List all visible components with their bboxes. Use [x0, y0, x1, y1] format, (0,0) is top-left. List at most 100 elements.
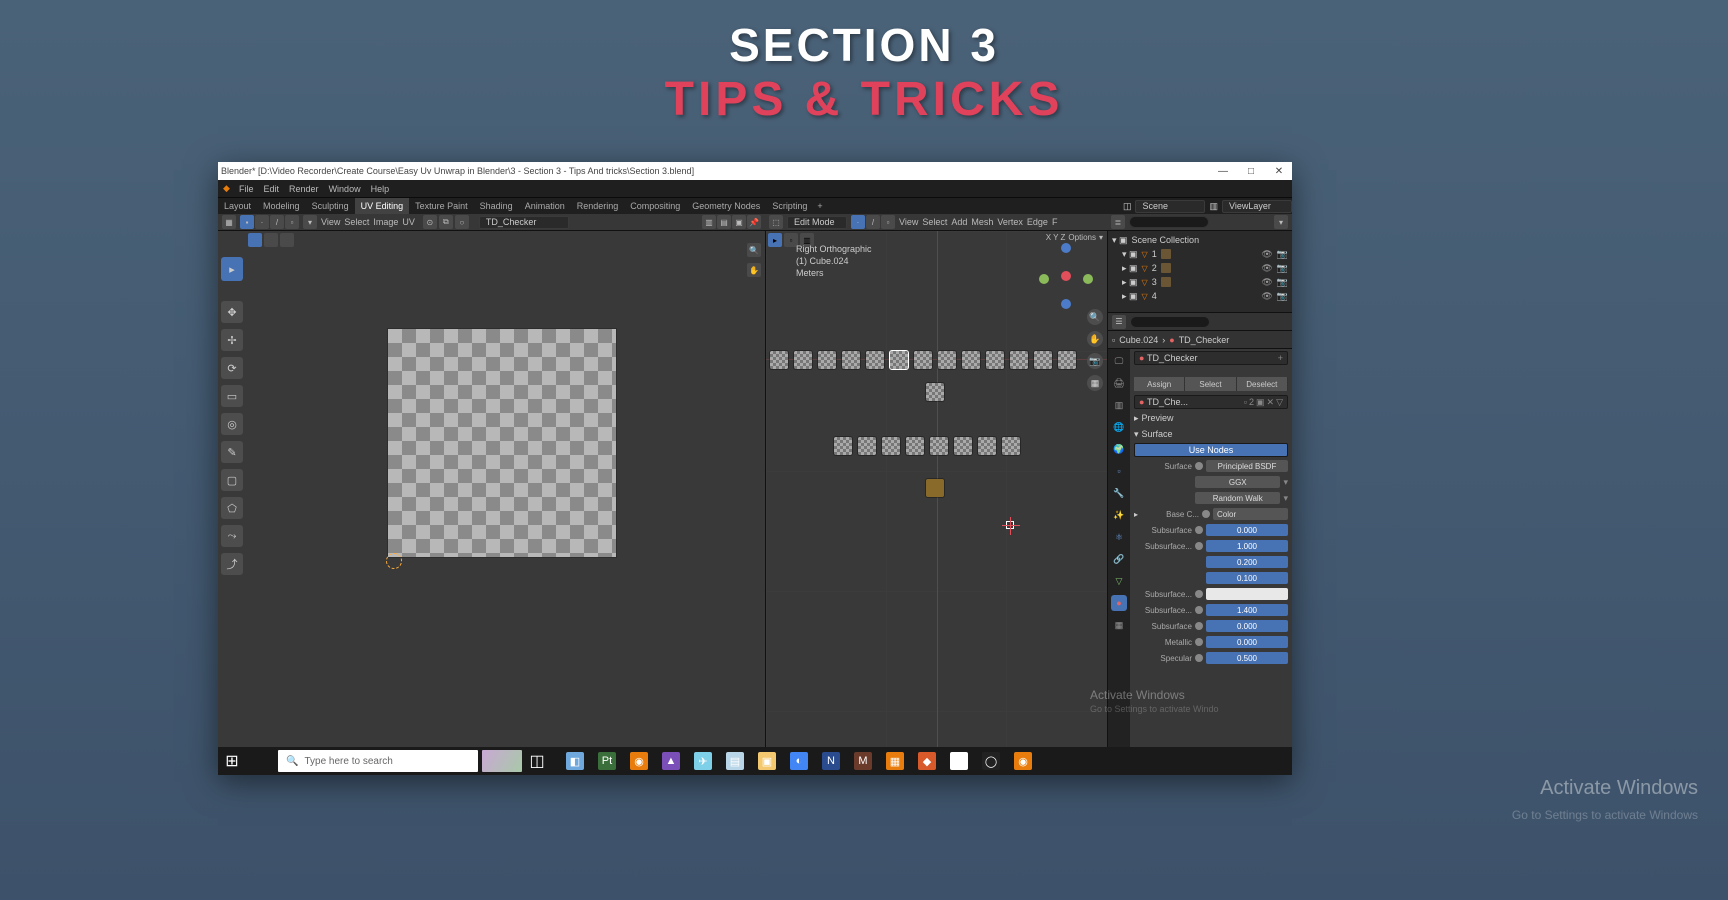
viewlayer-field[interactable]: ViewLayer	[1222, 200, 1292, 213]
tab-animation[interactable]: Animation	[519, 198, 571, 214]
taskbar-app-icon[interactable]: N	[822, 752, 840, 770]
uv-sel-vert[interactable]: ·	[255, 215, 269, 229]
tool-relax[interactable]: ⤳	[221, 525, 243, 547]
taskbar-app-icon[interactable]: ◐	[790, 752, 808, 770]
uv-sel-face[interactable]: ▫	[285, 215, 299, 229]
material-name-field[interactable]: ● TD_Che... ▫2▣✕▽	[1134, 395, 1288, 409]
sel-face-icon[interactable]: ▫	[881, 215, 895, 229]
camera-view-icon[interactable]: 📷	[1087, 353, 1103, 369]
tool-annotate[interactable]: ✎	[221, 441, 243, 463]
uv-channel-icon[interactable]	[280, 233, 294, 247]
uv-display-icon[interactable]	[264, 233, 278, 247]
collection-row[interactable]: ▸ ▣▽3 👁📷	[1112, 275, 1288, 289]
basecolor-value[interactable]: Color	[1213, 508, 1288, 520]
tab-scene-icon[interactable]: 🌐	[1111, 419, 1127, 435]
tab-render-icon[interactable]: 🖵	[1111, 353, 1127, 369]
gizmo-z-icon[interactable]	[1061, 243, 1071, 253]
uv-menu-uv[interactable]: UV	[402, 217, 415, 227]
tab-output-icon[interactable]: 🖨	[1111, 375, 1127, 391]
tab-compositing[interactable]: Compositing	[624, 198, 686, 214]
bc-material[interactable]: TD_Checker	[1179, 335, 1230, 345]
propedit-icon[interactable]: ○	[455, 215, 469, 229]
zoom-icon[interactable]: 🔍	[1087, 309, 1103, 325]
uv-canvas[interactable]: 🔍 ✋	[246, 231, 765, 759]
tab-physics-icon[interactable]: ⚛	[1111, 529, 1127, 545]
bc-object[interactable]: Cube.024	[1119, 335, 1158, 345]
task-view-icon[interactable]: ◫	[528, 751, 546, 771]
nav-gizmo[interactable]	[1039, 249, 1093, 303]
tab-add[interactable]: +	[813, 198, 826, 214]
windows-taskbar[interactable]: ⊞ 🔍 Type here to search ◫ ◧Pt◉▲✈▤▣◐NM▦◆✎…	[218, 747, 1292, 775]
specular-field[interactable]: 0.500	[1206, 652, 1288, 664]
taskbar-search[interactable]: 🔍 Type here to search	[278, 750, 478, 772]
subsurf-b-field[interactable]: 0.100	[1206, 572, 1288, 584]
gizmo-x-icon[interactable]	[1039, 274, 1049, 284]
subsurf-color-field[interactable]	[1206, 588, 1288, 600]
tool-cursor[interactable]: ✥	[221, 301, 243, 323]
uv-zoom-icon[interactable]: 🔍	[747, 243, 761, 257]
uv-2d-cursor[interactable]	[386, 553, 402, 569]
subsurf-method-dropdown[interactable]: Random Walk	[1195, 492, 1280, 504]
pivot-icon[interactable]: ⊙	[423, 215, 437, 229]
subsurf-g-field[interactable]: 0.200	[1206, 556, 1288, 568]
tab-material-icon[interactable]: ●	[1111, 595, 1127, 611]
vp-menu-face[interactable]: F	[1052, 217, 1058, 227]
tab-modeling[interactable]: Modeling	[257, 198, 306, 214]
taskbar-app-icon[interactable]: ◉	[630, 752, 648, 770]
uv-menu-select[interactable]: Select	[344, 217, 369, 227]
tab-uvediting[interactable]: UV Editing	[355, 198, 410, 214]
gizmo-y-icon[interactable]	[1083, 274, 1093, 284]
collection-row[interactable]: ▸ ▣▽4 👁📷	[1112, 289, 1288, 303]
taskbar-app-icon[interactable]: ▲	[662, 752, 680, 770]
uv-sticky-icon[interactable]: ▾	[303, 215, 317, 229]
uv-pan-icon[interactable]: ✋	[747, 263, 761, 277]
taskbar-app-icon[interactable]: ▦	[886, 752, 904, 770]
sel-vert-icon[interactable]: ·	[851, 215, 865, 229]
minimize-icon[interactable]: —	[1213, 166, 1233, 177]
scene-collection-row[interactable]: ▾ ▣Scene Collection	[1112, 233, 1288, 247]
start-icon[interactable]: ⊞	[218, 751, 246, 771]
image-browse-icon[interactable]: ▥	[702, 215, 716, 229]
snap-icon[interactable]: ⧉	[439, 215, 453, 229]
gizmo-mz-icon[interactable]	[1061, 299, 1071, 309]
tab-viewlayer-icon[interactable]: ▥	[1111, 397, 1127, 413]
tab-texture-icon[interactable]: ▦	[1111, 617, 1127, 633]
node-socket-icon[interactable]	[1202, 510, 1210, 518]
tab-scripting[interactable]: Scripting	[766, 198, 813, 214]
node-socket-icon[interactable]	[1195, 462, 1203, 470]
maximize-icon[interactable]: □	[1241, 166, 1261, 177]
menu-help[interactable]: Help	[366, 184, 395, 194]
taskbar-app-icon[interactable]: ✈	[694, 752, 712, 770]
menu-file[interactable]: File	[234, 184, 259, 194]
tab-object-icon[interactable]: ▫	[1111, 463, 1127, 479]
subsurface-field[interactable]: 0.000	[1206, 524, 1288, 536]
tab-sculpting[interactable]: Sculpting	[306, 198, 355, 214]
close-icon[interactable]: ✕	[1269, 166, 1289, 177]
tab-texturepaint[interactable]: Texture Paint	[409, 198, 474, 214]
vp-menu-edge[interactable]: Edge	[1027, 217, 1048, 227]
taskbar-app-icon[interactable]: ✎	[950, 752, 968, 770]
outliner-search[interactable]	[1129, 216, 1209, 228]
tab-modifier-icon[interactable]: 🔧	[1111, 485, 1127, 501]
taskbar-app-icon[interactable]: ◧	[566, 752, 584, 770]
outliner-filter-icon[interactable]: ▾	[1274, 215, 1288, 229]
subsurf-r-field[interactable]: 1.000	[1206, 540, 1288, 552]
image-pin-icon[interactable]: 📌	[747, 215, 761, 229]
material-slot[interactable]: ● TD_Checker +	[1134, 351, 1288, 365]
tab-constraints-icon[interactable]: 🔗	[1111, 551, 1127, 567]
axes-lock[interactable]: X Y Z	[1046, 233, 1066, 242]
news-widget[interactable]	[482, 750, 522, 772]
tool-scale[interactable]: ▭	[221, 385, 243, 407]
uv-menu-view[interactable]: View	[321, 217, 340, 227]
tab-geonodes[interactable]: Geometry Nodes	[686, 198, 766, 214]
vp-menu-mesh[interactable]: Mesh	[971, 217, 993, 227]
collection-row[interactable]: ▾ ▣▽1 👁📷	[1112, 247, 1288, 261]
taskbar-app-icon[interactable]: ◆	[918, 752, 936, 770]
select-button[interactable]: Select	[1185, 377, 1236, 391]
tool-move[interactable]: ✢	[221, 329, 243, 351]
props-search[interactable]	[1130, 316, 1210, 328]
uv-overlay-icon[interactable]	[248, 233, 262, 247]
taskbar-app-icon[interactable]: ◯	[982, 752, 1000, 770]
image-new-icon[interactable]: ▤	[717, 215, 731, 229]
sel-edge-icon[interactable]: /	[866, 215, 880, 229]
